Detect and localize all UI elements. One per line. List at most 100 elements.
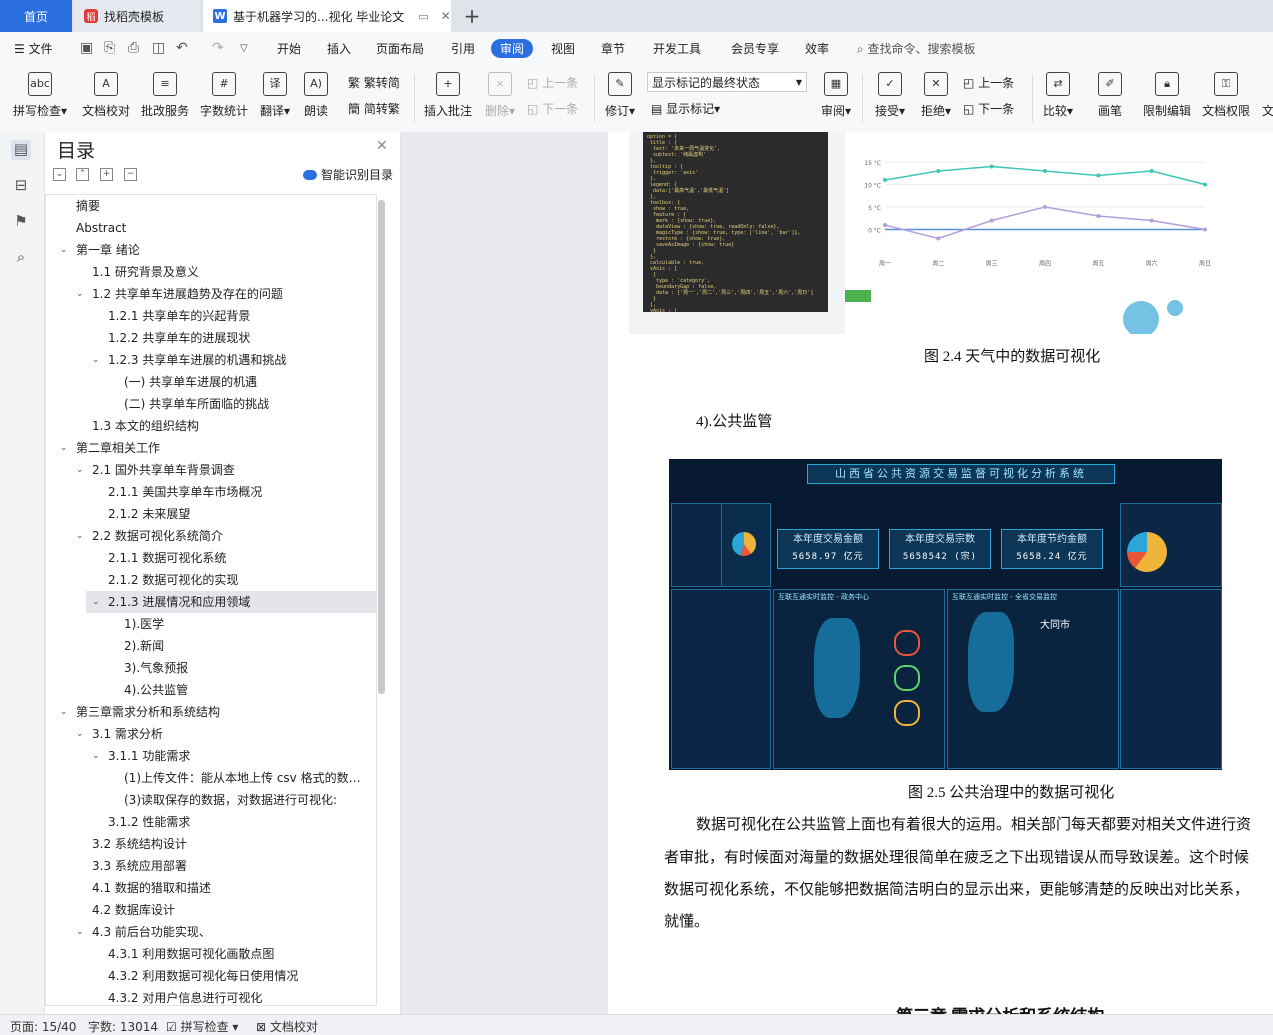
chevron-down-icon[interactable]: ⌄ — [76, 283, 84, 305]
markup-state-select[interactable]: 显示标记的最终状态 ▼ — [647, 72, 807, 92]
next-comment-button[interactable]: ◱ 下一条 — [527, 100, 578, 117]
doc-rights-button[interactable]: ⚿ 文档权限 — [1196, 70, 1256, 119]
toc-item[interactable]: (一) 共享单车进展的机遇 — [124, 371, 371, 393]
add-heading-icon[interactable]: + — [100, 168, 113, 181]
chevron-down-icon[interactable]: ⌄ — [76, 921, 84, 943]
toc-item[interactable]: 第二章相关工作 — [76, 437, 371, 459]
toc-item[interactable]: Abstract — [76, 217, 371, 239]
show-markup-button[interactable]: ▤ 显示标记▾ — [651, 100, 720, 117]
screen-icon[interactable]: ▭ — [418, 10, 428, 23]
menu-layout[interactable]: 页面布局 — [376, 40, 424, 57]
expand-all-icon[interactable]: ⌃ — [76, 168, 89, 181]
toc-item[interactable]: 第三章需求分析和系统结构 — [76, 701, 371, 723]
chevron-down-icon[interactable]: ⌄ — [76, 723, 84, 745]
toc-item[interactable]: 4).公共监管 — [124, 679, 371, 701]
tab-templates[interactable]: 稻 找稻壳模板 — [74, 0, 200, 32]
chevron-down-icon[interactable]: ⌄ — [76, 525, 84, 547]
menu-member[interactable]: 会员专享 — [731, 40, 779, 57]
chevron-down-icon[interactable]: ⌄ — [76, 459, 84, 481]
restrict-edit-button[interactable]: 🔒︎ 限制编辑 — [1137, 70, 1197, 119]
delete-comment-button[interactable]: × 删除▾ — [470, 70, 530, 119]
toc-item[interactable]: 2.1.2 数据可视化的实现 — [108, 569, 371, 591]
chevron-down-icon[interactable]: ⌄ — [92, 745, 100, 767]
remove-heading-icon[interactable]: − — [124, 168, 137, 181]
page-indicator[interactable]: 页面: 15/40 — [10, 1018, 76, 1035]
menu-start[interactable]: 开始 — [277, 40, 301, 57]
menu-efficiency[interactable]: 效率 — [805, 40, 829, 57]
batch-service-button[interactable]: ≡ 批改服务 — [135, 70, 195, 119]
collapse-all-icon[interactable]: ⌄ — [53, 168, 66, 181]
chevron-down-icon[interactable]: ⌄ — [92, 349, 100, 371]
toc-item[interactable]: 3.1 需求分析 — [92, 723, 371, 745]
menu-reference[interactable]: 引用 — [451, 40, 475, 57]
undo-icon[interactable]: ↶ — [176, 40, 188, 56]
next-change-button[interactable]: ◱ 下一条 — [963, 100, 1014, 117]
toc-item[interactable]: 第一章 绪论 — [76, 239, 371, 261]
file-menu[interactable]: ☰ 文件 — [14, 40, 53, 57]
toc-item[interactable]: 1.2.1 共享单车的兴起背景 — [108, 305, 371, 327]
read-aloud-button[interactable]: A) 朗读 — [286, 70, 346, 119]
doc-proof-button[interactable]: A 文档校对 — [76, 70, 136, 119]
word-count-indicator[interactable]: 字数: 13014 — [88, 1018, 158, 1035]
insert-comment-button[interactable]: + 插入批注 — [418, 70, 478, 119]
chevron-down-icon[interactable]: ⌄ — [60, 239, 68, 261]
toc-item[interactable]: 2).新闻 — [124, 635, 371, 657]
bookmark-icon[interactable]: ⚑ — [11, 212, 31, 232]
prev-comment-button[interactable]: ◰ 上一条 — [527, 74, 578, 91]
toc-scrollbar[interactable] — [378, 200, 385, 694]
close-icon[interactable]: ✕ — [376, 138, 388, 154]
chevron-down-icon[interactable]: ⌄ — [92, 591, 100, 613]
toc-item[interactable]: 3.2 系统结构设计 — [92, 833, 371, 855]
to-simplified-button[interactable]: 簡 简转繁 — [348, 100, 400, 117]
revise-button[interactable]: ✎ 修订▾ — [590, 70, 650, 119]
tab-document[interactable]: W 基于机器学习的...视化 毕业论文 ▭ ✕ — [203, 0, 451, 32]
menu-insert[interactable]: 插入 — [327, 40, 351, 57]
toc-item[interactable]: 2.1.2 未来展望 — [108, 503, 371, 525]
toc-item[interactable]: 2.1.1 美国共享单车市场概况 — [108, 481, 371, 503]
chevron-down-icon[interactable]: ⌄ — [60, 701, 68, 723]
document-page[interactable]: option = { title : { text: '未来一周气温变化', s… — [608, 132, 1273, 1014]
toc-item[interactable]: 2.1 国外共享单车背景调查 — [92, 459, 371, 481]
toc-item[interactable]: 1).医学 — [124, 613, 371, 635]
toc-item[interactable]: 2.2 数据可视化系统简介 — [92, 525, 371, 547]
toc-item[interactable]: 3).气象预报 — [124, 657, 371, 679]
chevron-down-icon[interactable]: ⌄ — [60, 437, 68, 459]
ribbon-overflow-label[interactable]: 文 — [1262, 102, 1273, 119]
compare-button[interactable]: ⇄ 比较▾ — [1028, 70, 1088, 119]
toc-item[interactable]: (二) 共享单车所面临的挑战 — [124, 393, 371, 415]
pen-button[interactable]: ✐ 画笔 — [1080, 70, 1140, 119]
quick-access-more-icon[interactable]: ▽ — [240, 43, 248, 54]
toc-item[interactable]: 1.3 本文的组织结构 — [92, 415, 371, 437]
outline-icon[interactable]: ⊟ — [11, 176, 31, 196]
spellcheck-status[interactable]: ☑ 拼写检查 ▾ — [166, 1018, 238, 1035]
review-pane-button[interactable]: ▦ 审阅▾ — [806, 70, 866, 119]
toc-item[interactable]: 4.3.2 利用数据可视化每日使用情况 — [108, 965, 371, 987]
toc-item[interactable]: 4.1 数据的猎取和描述 — [92, 877, 371, 899]
toc-item[interactable]: 2.1.3 进展情况和应用领域 — [108, 591, 371, 613]
toc-item[interactable]: 3.3 系统应用部署 — [92, 855, 371, 877]
preview-icon[interactable]: ◫ — [152, 40, 165, 56]
reject-button[interactable]: ✕ 拒绝▾ — [906, 70, 966, 119]
menu-chapter[interactable]: 章节 — [601, 40, 625, 57]
search-icon[interactable]: ⌕ — [11, 248, 31, 268]
close-tab-icon[interactable]: ✕ — [441, 9, 451, 23]
command-search[interactable]: ⌕ 查找命令、搜索模板 — [857, 40, 976, 57]
spellcheck-button[interactable]: abc 拼写检查▾ — [10, 70, 70, 119]
toc-item[interactable]: 3.1.2 性能需求 — [108, 811, 371, 833]
proofread-status[interactable]: ⊠ 文档校对 — [256, 1018, 318, 1035]
toc-item[interactable]: 1.2.2 共享单车的进展现状 — [108, 327, 371, 349]
toc-item[interactable]: 1.1 研究背景及意义 — [92, 261, 371, 283]
menu-view[interactable]: 视图 — [551, 40, 575, 57]
export-icon[interactable]: ⎘ — [104, 40, 115, 56]
prev-change-button[interactable]: ◰ 上一条 — [963, 74, 1014, 91]
smart-toc-button[interactable]: 智能识别目录 — [303, 166, 393, 183]
toc-item[interactable]: 1.2.3 共享单车进展的机遇和挑战 — [108, 349, 371, 371]
tab-home[interactable]: 首页 — [0, 0, 72, 32]
toc-item[interactable]: 4.3.2 对用户信息进行可视化 — [108, 987, 371, 1005]
print-icon[interactable]: ⎙ — [128, 40, 139, 56]
toc-icon[interactable]: ▤ — [11, 140, 31, 160]
menu-review[interactable]: 审阅 — [491, 39, 534, 58]
toc-item[interactable]: 3.1.1 功能需求 — [108, 745, 371, 767]
toc-item[interactable]: 4.2 数据库设计 — [92, 899, 371, 921]
toc-item[interactable]: 4.3.1 利用数据可视化画散点图 — [108, 943, 371, 965]
